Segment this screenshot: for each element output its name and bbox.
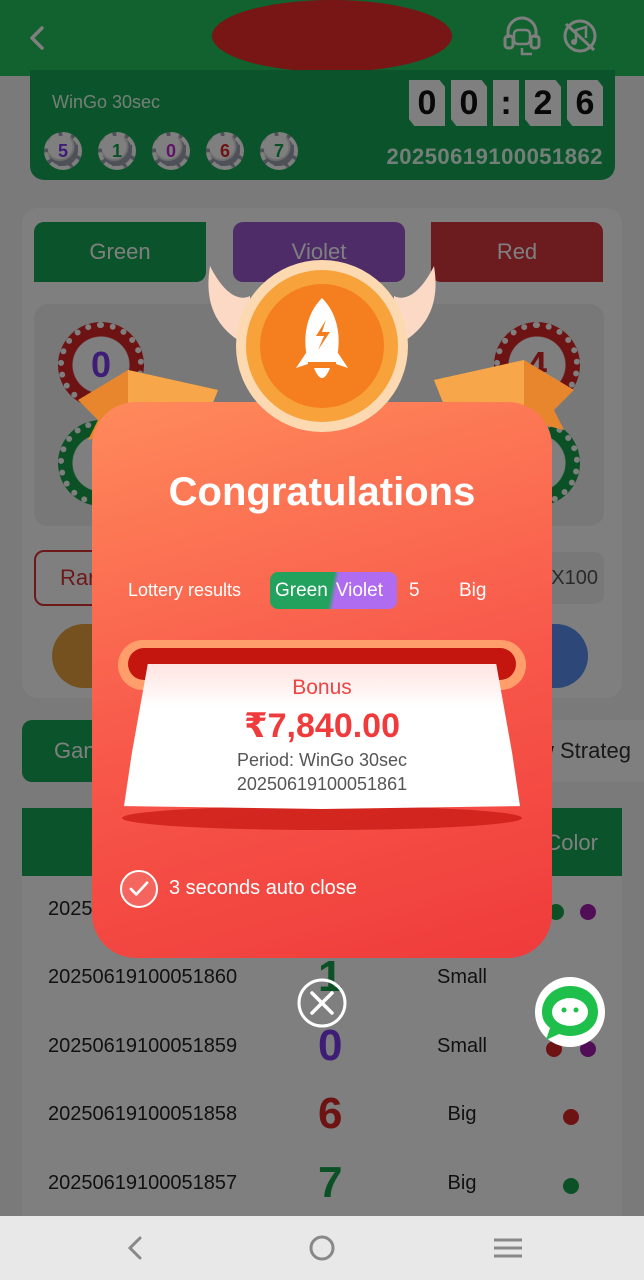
lottery-results-label: Lottery results: [128, 580, 242, 600]
nav-menu-icon[interactable]: [490, 1232, 526, 1264]
auto-close-checkbox[interactable]: [120, 870, 158, 908]
bonus-label: Bonus: [292, 676, 352, 699]
result-number: 5: [409, 580, 420, 601]
result-size: Big: [459, 580, 487, 601]
rocket-medal-icon: [236, 260, 408, 432]
result-color-pill: Green Violet: [270, 572, 397, 609]
bonus-period-text: Period: WinGo 30sec: [236, 750, 408, 770]
chat-bubble-icon[interactable]: [532, 976, 610, 1048]
system-nav-bar: [0, 1216, 644, 1280]
bonus-period-number: 20250619100051861: [236, 774, 408, 794]
ticket-shadow: [122, 806, 522, 830]
modal-title: Congratulations: [168, 470, 476, 514]
bonus-amount: ₹7,840.00: [243, 707, 400, 745]
nav-back-icon[interactable]: [118, 1232, 154, 1264]
close-circle-icon[interactable]: [296, 977, 348, 1029]
result-green: Green: [275, 579, 328, 601]
auto-close-label: 3 seconds auto close: [169, 877, 357, 899]
result-violet: Violet: [335, 579, 383, 601]
nav-home-icon[interactable]: [304, 1232, 340, 1264]
